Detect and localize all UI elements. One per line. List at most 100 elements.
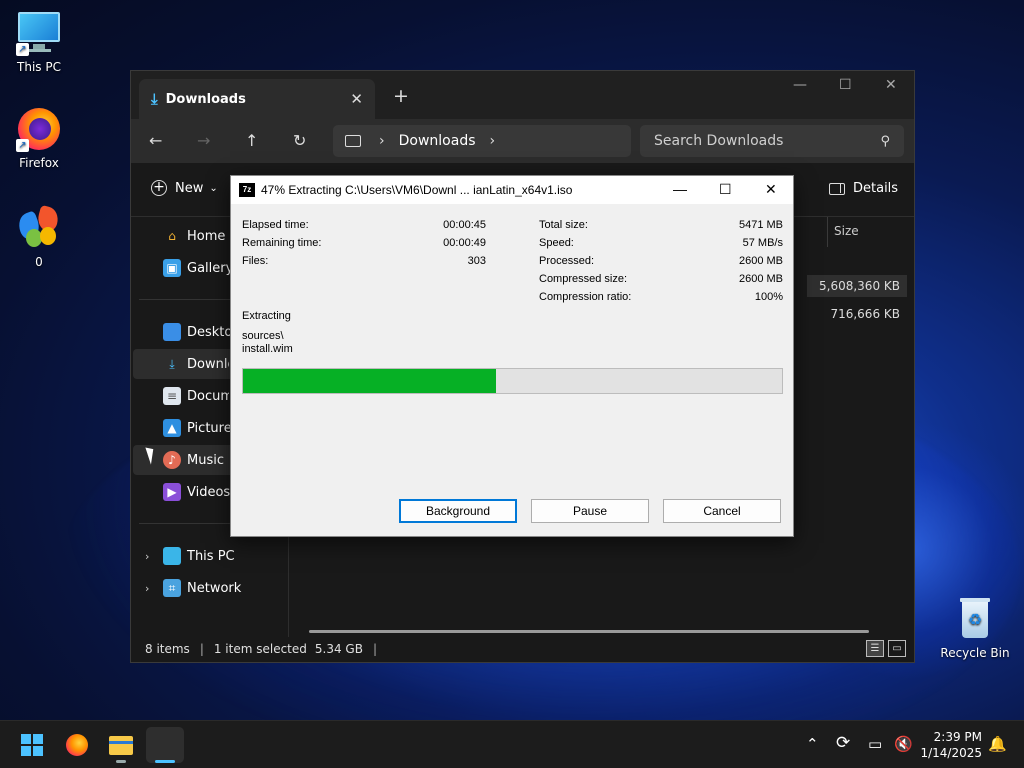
stat-label: Compressed size:	[539, 273, 628, 285]
details-pane-icon	[829, 182, 845, 195]
selection-count: 1 item selected	[213, 642, 307, 656]
dialog-title: 47% Extracting C:\Users\VM6\Downl ... ia…	[261, 183, 573, 197]
progress-fill	[243, 369, 497, 393]
sidebar-item-this-pc[interactable]: › This PC	[133, 541, 287, 571]
download-icon: ⤓	[151, 90, 158, 108]
network-icon: ⌗	[163, 579, 181, 597]
desktop-icon-label: Firefox	[19, 156, 59, 170]
stat-label: Files:	[242, 255, 269, 267]
shortcut-arrow-icon: ↗	[16, 139, 29, 152]
forward-button[interactable]: →	[197, 131, 210, 150]
breadcrumb[interactable]: Downloads	[399, 133, 476, 149]
up-button[interactable]: ↑	[245, 131, 258, 150]
stat-value: 00:00:49	[443, 237, 486, 249]
file-size-cell: 5,608,360 KB	[819, 279, 900, 293]
taskbar-firefox[interactable]	[58, 727, 96, 763]
column-header-size[interactable]: Size	[827, 217, 907, 247]
current-directory: sources\	[242, 330, 284, 342]
navigation-bar: ← → ↑ ↻ › Downloads › Search Downloads ⚲	[131, 119, 914, 163]
file-size-cell: 716,666 KB	[830, 307, 900, 321]
search-icon: ⚲	[880, 133, 890, 149]
view-switcher: ☰ ▭	[866, 640, 906, 657]
chevron-up-icon[interactable]: ⌃	[806, 735, 819, 753]
search-input[interactable]: Search Downloads ⚲	[640, 125, 904, 157]
gallery-icon: ▣	[163, 259, 181, 277]
videos-icon: ▶	[163, 483, 181, 501]
start-button[interactable]	[13, 727, 51, 763]
tab-title: Downloads	[165, 91, 246, 107]
minimize-button[interactable]: —	[793, 77, 807, 93]
active-indicator	[155, 760, 175, 763]
search-placeholder: Search Downloads	[654, 133, 784, 149]
stat-value: 100%	[754, 291, 783, 303]
sidebar-item-label: Home	[187, 228, 226, 244]
tiles-view-icon[interactable]: ▭	[888, 640, 906, 657]
monitor-icon	[345, 135, 361, 147]
sidebar-item-label: Downloads	[187, 356, 229, 372]
divider: |	[199, 642, 204, 656]
details-view-icon[interactable]: ☰	[866, 640, 884, 657]
taskbar: ⌃ ⟳ ▭ 🔇 2:39 PM 1/14/2025 🔔	[0, 720, 1024, 768]
chevron-right-icon[interactable]: ›	[145, 550, 149, 563]
network-tray-icon[interactable]: ▭	[868, 735, 882, 753]
back-button[interactable]: ←	[149, 131, 162, 150]
taskbar-file-explorer[interactable]	[102, 727, 140, 763]
extraction-progress-bar	[242, 368, 783, 394]
stat-label: Elapsed time:	[242, 219, 309, 231]
divider: |	[372, 642, 378, 656]
windows-logo-icon	[33, 734, 43, 744]
windows-logo-icon	[21, 746, 31, 756]
stat-value: 57 MB/s	[742, 237, 783, 249]
desktop-icon-recycle-bin[interactable]: ♻ Recycle Bin	[937, 596, 1013, 660]
sevenzip-progress-dialog: 7z 47% Extracting C:\Users\VM6\Downl ...…	[230, 175, 794, 537]
item-count: 8 items	[145, 642, 190, 656]
minimize-button[interactable]: —	[673, 181, 687, 197]
monitor-icon	[163, 547, 181, 565]
chevron-right-icon[interactable]: ›	[145, 582, 149, 595]
sidebar-item-label: This PC	[187, 548, 235, 564]
sidebar-item-label: Videos	[187, 484, 231, 500]
new-tab-button[interactable]: +	[393, 85, 409, 107]
current-file: install.wim	[242, 343, 293, 355]
details-button[interactable]: Details	[829, 181, 898, 196]
recycle-bin-icon: ♻	[952, 596, 998, 642]
desktop-icon-0[interactable]: 0	[1, 204, 77, 269]
notification-bell-icon[interactable]: 🔔	[988, 735, 1007, 753]
stat-value: 00:00:45	[443, 219, 486, 231]
taskbar-7zip[interactable]	[146, 727, 184, 763]
stat-label: Remaining time:	[242, 237, 322, 249]
desktop-icon-this-pc[interactable]: ↗ This PC	[1, 10, 77, 74]
maximize-button[interactable]: ☐	[719, 181, 732, 198]
monitor-icon: ↗	[16, 10, 62, 56]
volume-muted-icon[interactable]: 🔇	[894, 735, 913, 753]
firefox-icon	[66, 734, 88, 756]
plus-icon: +	[151, 180, 167, 196]
clock[interactable]: 2:39 PM 1/14/2025	[920, 729, 982, 761]
status-bar: 8 items | 1 item selected 5.34 GB | ☰ ▭	[131, 636, 914, 662]
sidebar-item-network[interactable]: › ⌗ Network	[133, 573, 287, 603]
address-bar[interactable]: › Downloads ›	[333, 125, 631, 157]
sync-icon[interactable]: ⟳	[836, 733, 850, 753]
tab-downloads[interactable]: ⤓ Downloads ✕	[139, 79, 375, 119]
horizontal-scrollbar[interactable]	[309, 630, 869, 633]
running-indicator	[116, 760, 126, 763]
stat-label: Compression ratio:	[539, 291, 632, 303]
clock-time: 2:39 PM	[933, 730, 982, 744]
cancel-button[interactable]: Cancel	[663, 499, 781, 523]
music-icon: ♪	[163, 451, 181, 469]
pause-button[interactable]: Pause	[531, 499, 649, 523]
desktop-icon-firefox[interactable]: ↗ Firefox	[1, 106, 77, 170]
maximize-button[interactable]: ☐	[839, 77, 852, 93]
new-button[interactable]: + New ⌄	[151, 180, 218, 196]
stat-value: 2600 MB	[738, 273, 783, 285]
close-button[interactable]: ✕	[765, 181, 777, 198]
close-tab-icon[interactable]: ✕	[350, 90, 363, 108]
background-button[interactable]: Background	[399, 499, 517, 523]
close-window-button[interactable]: ✕	[885, 77, 897, 93]
desktop-icon	[163, 323, 181, 341]
folder-band	[109, 741, 133, 744]
stat-label: Processed:	[539, 255, 595, 267]
home-icon: ⌂	[168, 229, 176, 243]
refresh-button[interactable]: ↻	[293, 131, 306, 150]
windows-logo-icon	[33, 746, 43, 756]
